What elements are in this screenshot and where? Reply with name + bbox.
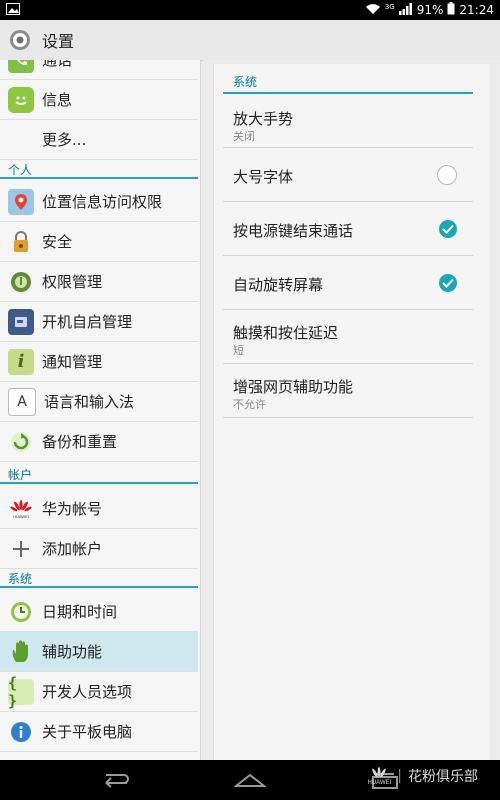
list-item-messages[interactable]: 信息 [0,80,198,120]
startup-icon [8,308,34,335]
list-item-backup[interactable]: 备份和重置 [0,422,198,462]
back-button[interactable] [95,768,135,792]
list-item-accessibility[interactable]: 辅助功能 [0,632,198,672]
braces-icon: { } [8,674,34,710]
list-item-permissions[interactable]: 权限管理 [0,262,198,302]
list-item-calls[interactable]: 通话 [0,60,198,80]
location-pin-icon [8,188,34,215]
setting-subtitle: 不允许 [233,398,266,411]
hand-icon [8,639,34,665]
setting-subtitle: 关闭 [233,130,255,143]
settings-gear-icon[interactable] [8,28,32,52]
accessibility-detail-pane: 系统 放大手势 关闭 大号字体 按电源键结束通话 自动旋转屏幕 触摸和按住延迟 … [203,60,500,760]
section-header-system: 系统 [0,569,198,588]
signal-icon [398,2,413,18]
phone-icon [8,60,34,73]
list-item-label: 辅助功能 [42,643,103,661]
auto-rotate-checkbox[interactable] [439,273,457,292]
wifi-icon [365,3,381,18]
list-item-label: 备份和重置 [42,433,118,451]
setting-large-text[interactable]: 大号字体 [223,148,473,202]
list-item-label: 信息 [42,91,73,109]
setting-web-accessibility[interactable]: 增强网页辅助功能 不允许 [223,364,473,418]
list-item-notifications[interactable]: i 通知管理 [0,342,198,382]
lock-icon [8,229,34,255]
setting-title: 自动旋转屏幕 [233,276,324,294]
large-text-checkbox[interactable] [437,164,457,185]
status-bar: 3G 91% 21:24 [0,0,500,20]
backup-restore-icon [8,429,34,455]
detail-section-header: 系统 [223,68,473,94]
image-notification-icon [6,3,20,18]
setting-title: 增强网页辅助功能 [233,378,354,396]
list-item-about-tablet[interactable]: 关于平板电脑 [0,712,198,752]
svg-text:HUAWEI: HUAWEI [13,514,29,519]
setting-title: 按电源键结束通话 [233,222,354,240]
huawei-watermark-logo: HUAWEI [368,766,391,786]
list-item-security[interactable]: 安全 [0,222,198,262]
navigation-bar: HUAWEI | 花粉俱乐部 [0,760,500,800]
blank-icon [8,127,34,153]
list-item-label: 安全 [42,233,73,251]
list-item-huawei-account[interactable]: HUAWEI 华为帐号 [0,489,198,529]
list-item-label: 权限管理 [42,273,103,291]
page-title: 设置 [42,32,75,51]
list-item-label: 语言和输入法 [44,393,135,411]
messages-icon [8,86,34,113]
setting-title: 触摸和按住延迟 [233,324,339,342]
setting-title: 大号字体 [233,168,294,186]
list-item-developer-options[interactable]: { } 开发人员选项 [0,672,198,712]
list-item-label: 通话 [42,60,73,69]
setting-touch-hold-delay[interactable]: 触摸和按住延迟 短 [223,310,473,364]
list-item-label: 更多... [42,131,87,149]
setting-auto-rotate[interactable]: 自动旋转屏幕 [223,256,473,310]
list-item-label: 添加帐户 [42,540,103,558]
settings-category-list: 通话 信息 更多... 个人 位置信息访问权限 安全 权限管理 开机自启管理 i… [0,60,201,760]
list-item-label: 开发人员选项 [42,683,133,701]
list-item-add-account[interactable]: 添加帐户 [0,529,198,569]
keyboard-a-icon: A [8,387,36,416]
list-item-date-time[interactable]: 日期和时间 [0,592,198,632]
clock: 21:24 [459,3,494,17]
watermark-text: 花粉俱乐部 [408,769,478,785]
section-header-personal: 个人 [0,160,198,179]
setting-title: 放大手势 [233,110,294,128]
list-item-startup[interactable]: 开机自启管理 [0,302,198,342]
info-circle-icon [8,719,34,745]
plus-icon [8,536,34,562]
list-item-label: 位置信息访问权限 [42,193,163,211]
huawei-logo-icon: HUAWEI [8,496,34,522]
setting-magnification-gestures[interactable]: 放大手势 关闭 [223,96,473,148]
list-item-label: 日期和时间 [42,603,118,621]
section-header-accounts: 帐户 [0,465,198,484]
battery-percent: 91% [416,3,444,17]
list-item-location[interactable]: 位置信息访问权限 [0,182,198,222]
list-item-language[interactable]: A 语言和输入法 [0,382,198,422]
list-item-label: 华为帐号 [42,500,103,518]
action-bar: 设置 [0,20,500,61]
list-item-label: 通知管理 [42,353,103,371]
list-item-label: 关于平板电脑 [42,723,133,741]
clock-icon [8,599,34,625]
permission-shield-icon [8,269,34,295]
network-type: 3G [384,3,395,11]
setting-power-button-ends-call[interactable]: 按电源键结束通话 [223,202,473,256]
power-ends-call-checkbox[interactable] [439,219,457,238]
info-i-icon: i [8,348,34,375]
list-item-more[interactable]: 更多... [0,120,198,160]
battery-icon [447,2,455,18]
setting-subtitle: 短 [233,344,244,357]
watermark: HUAWEI | 花粉俱乐部 [367,766,478,786]
list-item-label: 开机自启管理 [42,313,133,331]
home-button[interactable] [230,768,270,792]
